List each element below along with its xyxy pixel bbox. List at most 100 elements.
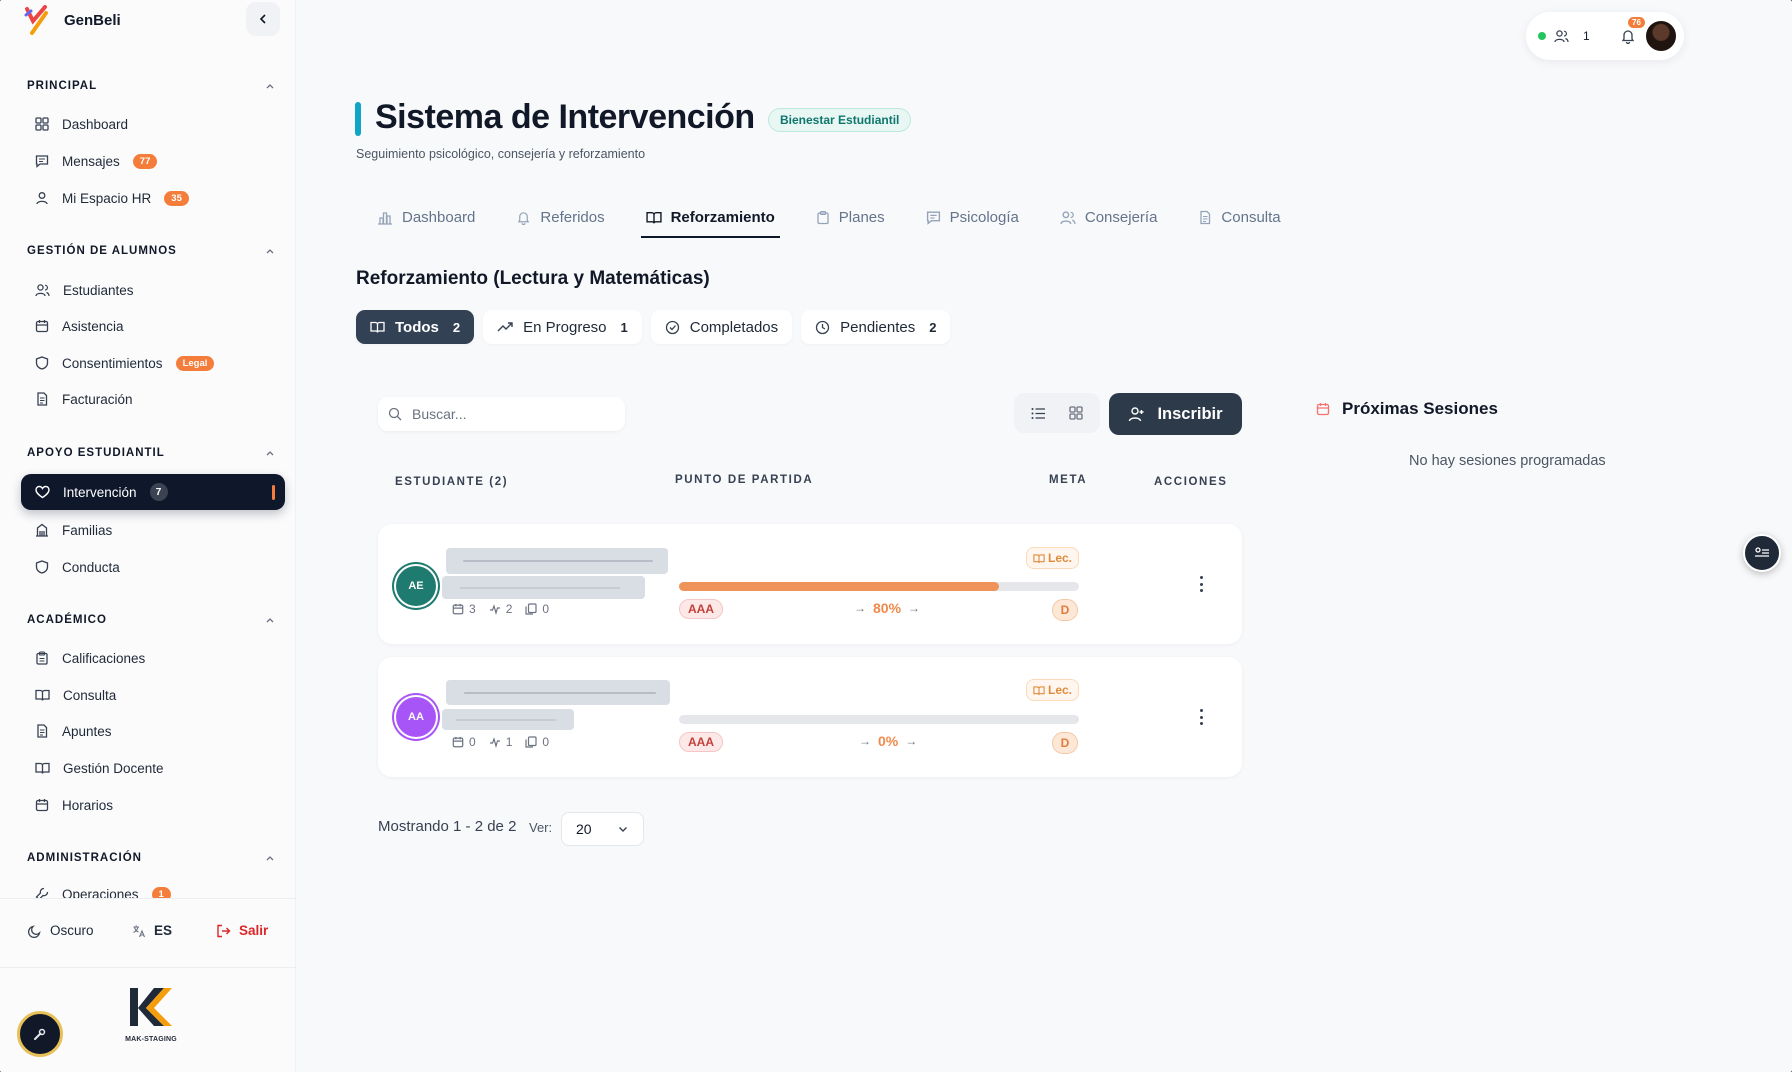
sidebar-item-intervencion[interactable]: Intervención 7 xyxy=(21,474,285,510)
sidebar-item-label: Estudiantes xyxy=(63,282,134,298)
sidebar-item-facturacion[interactable]: Facturación xyxy=(21,381,285,417)
sidebar-item-label: Familias xyxy=(62,522,113,538)
arrow-right-icon: → xyxy=(908,601,921,615)
redaction-line xyxy=(460,587,620,589)
row-actions-menu[interactable] xyxy=(1198,576,1204,592)
per-page-select[interactable]: 20 xyxy=(561,812,644,846)
calendar-icon xyxy=(452,736,464,748)
student-initials: AA xyxy=(408,711,424,723)
user-plus-icon xyxy=(1129,407,1144,422)
user-status-bar: 1 76 xyxy=(1526,12,1684,60)
copy-icon xyxy=(525,736,537,748)
logout-button[interactable]: Salir xyxy=(216,923,268,938)
section-gestion-alumnos[interactable]: GESTIÓN DE ALUMNOS xyxy=(27,245,275,257)
sidebar-item-label: Horarios xyxy=(62,797,114,813)
sidebar-item-asistencia[interactable]: Asistencia xyxy=(21,308,285,344)
section-principal[interactable]: PRINCIPAL xyxy=(27,80,275,92)
chevron-up-icon xyxy=(266,249,274,254)
progress-percent: → 80% → xyxy=(854,600,920,616)
enroll-button[interactable]: Inscribir xyxy=(1109,393,1242,435)
sidebar-item-mensajes[interactable]: Mensajes 77 xyxy=(21,143,285,179)
sidebar-item-gestion-docente[interactable]: Gestión Docente xyxy=(21,750,285,786)
tab-planes[interactable]: Planes xyxy=(811,202,890,232)
sidebar-item-label: Mi Espacio HR xyxy=(62,190,152,206)
activity-count: 1 xyxy=(505,735,513,749)
sidebar-item-consulta[interactable]: Consulta xyxy=(21,677,285,713)
filter-en-progreso[interactable]: En Progreso 1 xyxy=(483,310,642,344)
tools-button[interactable] xyxy=(17,1011,63,1057)
book-icon xyxy=(370,321,385,333)
sidebar-item-operaciones[interactable]: Operaciones 1 xyxy=(21,880,285,898)
wrench-icon xyxy=(35,887,49,898)
tab-dashboard[interactable]: Dashboard xyxy=(372,202,480,232)
sidebar-item-label: Consulta xyxy=(63,687,117,703)
sidebar-item-calificaciones[interactable]: Calificaciones xyxy=(21,640,285,676)
table-row[interactable]: AA 0 1 0 Lec. AAA → 0% → D xyxy=(378,657,1242,777)
sidebar-item-dashboard[interactable]: Dashboard xyxy=(21,106,285,142)
legal-badge: Legal xyxy=(175,355,215,371)
collapse-sidebar-button[interactable] xyxy=(246,2,280,36)
filter-count: 2 xyxy=(452,319,461,335)
tab-label: Reforzamiento xyxy=(670,208,775,226)
calendar-icon xyxy=(35,799,49,812)
sidebar-item-mi-espacio-hr[interactable]: Mi Espacio HR 35 xyxy=(21,180,285,216)
sidebar-item-label: Calificaciones xyxy=(62,650,146,666)
column-header-student[interactable]: ESTUDIANTE (2) xyxy=(395,476,508,488)
section-academico[interactable]: ACADÉMICO xyxy=(27,614,275,626)
chevron-down-icon xyxy=(619,827,627,832)
theme-toggle[interactable]: Oscuro xyxy=(28,923,94,938)
chevron-up-icon xyxy=(266,618,274,623)
sidebar-item-familias[interactable]: Familias xyxy=(21,512,285,548)
tab-psicologia[interactable]: Psicología xyxy=(921,202,1024,232)
filter-label: En Progreso xyxy=(523,318,607,336)
section-apoyo-estudiantil[interactable]: APOYO ESTUDIANTIL xyxy=(27,447,275,459)
users-icon[interactable] xyxy=(1554,29,1569,43)
clock-icon xyxy=(815,320,830,334)
column-header-goal: META xyxy=(1049,474,1088,486)
filter-pendientes[interactable]: Pendientes 2 xyxy=(801,310,951,344)
redaction-line xyxy=(464,692,656,694)
book-icon xyxy=(35,762,50,774)
sidebar-item-apuntes[interactable]: Apuntes xyxy=(21,713,285,749)
count-badge: 7 xyxy=(149,483,168,501)
student-initials: AE xyxy=(408,580,424,592)
progress-bar xyxy=(679,715,1079,724)
tab-consulta[interactable]: Consulta xyxy=(1193,202,1285,232)
search-input[interactable] xyxy=(412,406,612,422)
row-actions-menu[interactable] xyxy=(1198,709,1204,725)
tab-referidos[interactable]: Referidos xyxy=(511,202,609,232)
book-icon xyxy=(645,211,662,223)
trending-up-icon xyxy=(497,322,513,332)
notifications-button[interactable] xyxy=(1620,28,1636,44)
message-icon xyxy=(35,155,49,168)
tab-label: Dashboard xyxy=(402,208,476,226)
filter-todos[interactable]: Todos 2 xyxy=(356,310,475,344)
table-row[interactable]: AE 3 2 0 Lec. AAA → 80% → D xyxy=(378,524,1242,644)
activity-count: 2 xyxy=(505,602,513,616)
student-avatar: AA xyxy=(396,697,436,737)
tab-reforzamiento[interactable]: Reforzamiento xyxy=(640,202,780,238)
sidebar-item-conducta[interactable]: Conducta xyxy=(21,549,285,585)
filter-completados[interactable]: Completados xyxy=(650,310,793,344)
section-administracion[interactable]: ADMINISTRACIÓN xyxy=(27,852,275,864)
tab-consejeria[interactable]: Consejería xyxy=(1055,202,1163,232)
organization-logo: MAK-STAGING xyxy=(120,986,182,1043)
language-switcher[interactable]: ES xyxy=(132,923,172,938)
book-icon xyxy=(1033,553,1045,563)
grid-view-icon[interactable] xyxy=(1069,406,1083,420)
list-view-icon[interactable] xyxy=(1031,407,1046,420)
search-box xyxy=(378,397,625,431)
sidebar-item-label: Dashboard xyxy=(62,116,129,132)
user-avatar[interactable] xyxy=(1644,19,1678,53)
sessions-count: 0 xyxy=(469,735,476,749)
logout-label: Salir xyxy=(239,923,269,938)
sidebar-item-consentimientos[interactable]: Consentimientos Legal xyxy=(21,345,285,381)
progress-label: 0% xyxy=(878,733,899,749)
floating-menu-button[interactable] xyxy=(1743,534,1781,572)
notes-count: 0 xyxy=(542,602,550,616)
sidebar-item-estudiantes[interactable]: Estudiantes xyxy=(21,272,285,308)
notes-stat: 0 xyxy=(525,735,549,749)
category-badge: Bienestar Estudiantil xyxy=(768,108,912,132)
brand[interactable]: GenBeli xyxy=(24,4,121,36)
sidebar-item-horarios[interactable]: Horarios xyxy=(21,787,285,823)
